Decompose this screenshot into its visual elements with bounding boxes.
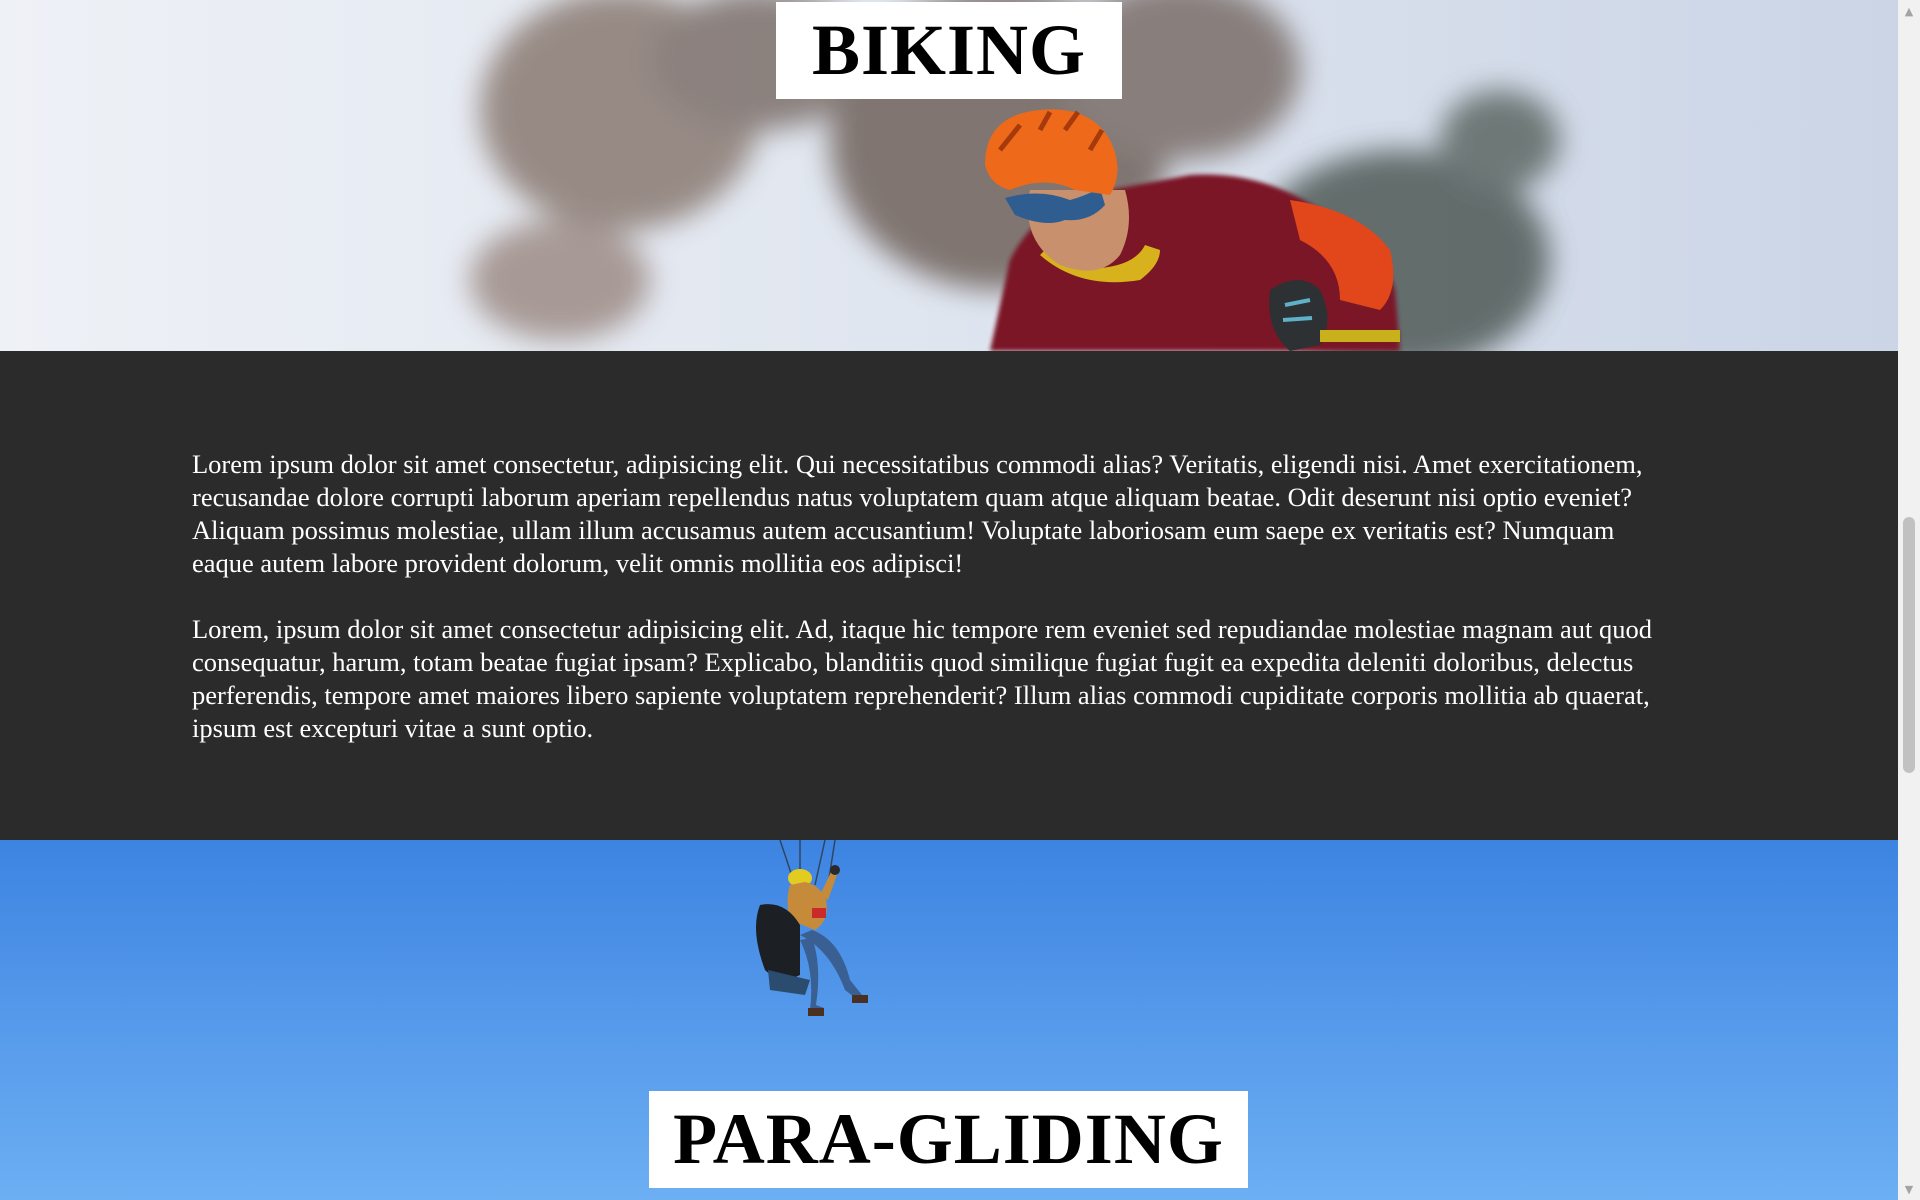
paragraph-2: Lorem, ipsum dolor sit amet consectetur … [192,614,1653,743]
paragliding-title-box: PARA-GLIDING [649,1091,1248,1188]
triangle-down-icon[interactable]: ▼ [1898,1178,1920,1200]
biking-title: BIKING [811,10,1087,90]
biking-title-box: BIKING [776,2,1122,99]
paragraph-1: Lorem ipsum dolor sit amet consectetur, … [192,449,1643,578]
page: Lorem ipsum dolor sit amet consectetur, … [0,0,1898,1200]
text-section: Lorem ipsum dolor sit amet consectetur, … [0,351,1898,840]
triangle-up-icon[interactable]: ▲ [1898,0,1920,22]
vertical-scrollbar[interactable]: ▲ ▼ [1898,0,1920,1200]
paragliding-title: PARA-GLIDING [673,1099,1224,1179]
text-content: Lorem ipsum dolor sit amet consectetur, … [192,448,1682,778]
scrollbar-thumb[interactable] [1903,517,1915,773]
